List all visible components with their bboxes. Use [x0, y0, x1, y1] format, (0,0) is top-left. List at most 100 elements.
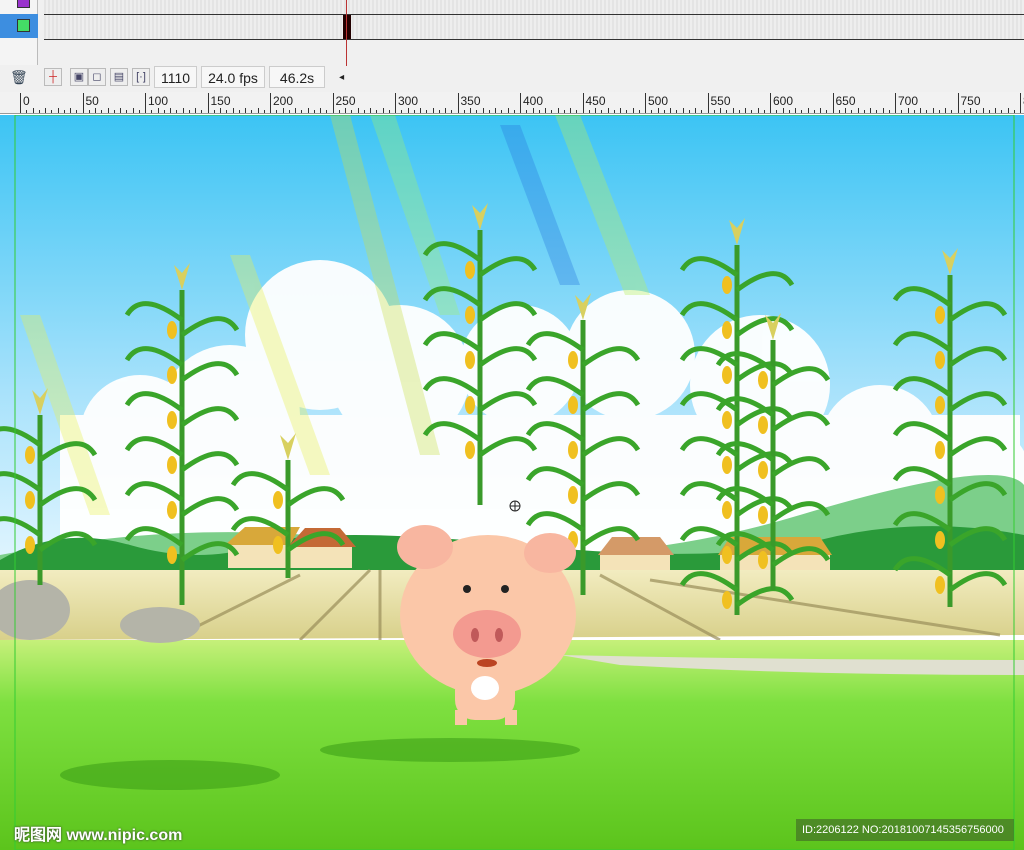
ruler-tick [982, 108, 984, 113]
ruler-tick [701, 110, 703, 113]
ruler-tick [776, 110, 778, 113]
layer-color-swatch [17, 19, 30, 32]
ruler-tick [332, 93, 334, 113]
ruler-tick [913, 110, 915, 113]
ruler-tick [888, 110, 890, 113]
keyframe[interactable] [343, 15, 351, 39]
ruler-tick [763, 110, 765, 113]
ruler-label: 750 [960, 94, 981, 108]
ruler-tick [188, 110, 190, 113]
ruler-tick [551, 110, 553, 113]
ruler-tick [838, 110, 840, 113]
delete-layer-icon[interactable]: 🗑 [10, 69, 28, 86]
ruler-label: 300 [398, 94, 419, 108]
layer-color-swatch [17, 0, 30, 8]
ruler-tick [770, 93, 771, 113]
onion-skin-icon[interactable]: ▣ [70, 68, 88, 86]
ruler-tick [120, 108, 121, 113]
ruler-tick [807, 108, 809, 113]
ruler-tick [582, 93, 584, 113]
shadow [60, 760, 280, 790]
ruler-tick [626, 110, 628, 113]
ruler-tick [301, 110, 303, 113]
ruler-tick [726, 110, 728, 113]
ruler-tick [51, 110, 53, 113]
ruler-tick [338, 110, 340, 113]
onion-skin-outlines-icon[interactable]: ◻ [88, 68, 106, 86]
ruler-tick [226, 110, 228, 113]
ruler-tick [826, 110, 828, 113]
frame-row[interactable] [44, 14, 1024, 39]
modify-onion-markers-icon[interactable]: [·] [132, 68, 150, 86]
registration-point-icon [509, 500, 521, 512]
ruler-tick [363, 110, 365, 113]
ruler-tick [926, 110, 928, 113]
ruler-tick [995, 108, 996, 113]
ruler-tick [213, 110, 215, 113]
ruler-tick [238, 110, 240, 113]
playhead[interactable] [346, 0, 347, 66]
ruler-label: 150 [210, 94, 231, 108]
ruler-tick [282, 108, 284, 113]
ruler-tick [407, 108, 409, 113]
ruler-tick [76, 110, 78, 113]
ruler-tick [495, 108, 496, 113]
ruler-tick [26, 110, 28, 113]
ruler-tick [713, 110, 715, 113]
ruler-tick [688, 110, 690, 113]
shadow [320, 738, 580, 762]
ruler-tick [257, 108, 259, 113]
ruler-tick [870, 108, 871, 113]
ruler-tick [1001, 110, 1003, 113]
ruler-tick [45, 108, 46, 113]
ruler-tick [738, 110, 740, 113]
elapsed-time-field: 46.2s [268, 66, 326, 88]
ruler-tick [732, 108, 734, 113]
frame-rate-field[interactable]: 24.0 fps [201, 66, 265, 88]
ruler-tick [663, 110, 665, 113]
ruler-tick [632, 108, 634, 113]
stage-canvas[interactable] [0, 115, 1024, 850]
ruler-tick [1007, 108, 1009, 113]
center-frame-icon[interactable]: ┼ [44, 68, 62, 86]
scroll-left-icon[interactable]: ◂ [339, 72, 344, 83]
ruler-tick [795, 108, 796, 113]
ruler-tick [863, 110, 865, 113]
ruler-tick [482, 108, 484, 113]
ruler-tick [220, 108, 221, 113]
ruler-tick [645, 93, 646, 113]
ruler-tick [457, 93, 459, 113]
ruler-tick [595, 108, 596, 113]
ruler-tick [601, 110, 603, 113]
ruler-tick [788, 110, 790, 113]
edit-multiple-frames-icon[interactable]: ▤ [110, 68, 128, 86]
ruler-tick [970, 108, 971, 113]
ruler-tick [307, 108, 309, 113]
ruler-label: 400 [523, 94, 544, 108]
ruler-tick [438, 110, 440, 113]
ruler-tick [270, 93, 271, 113]
ruler-tick [388, 110, 390, 113]
ruler-tick [695, 108, 696, 113]
ruler-tick [676, 110, 678, 113]
ruler-tick [426, 110, 428, 113]
layer-row-selected[interactable] [0, 14, 38, 38]
ruler-tick [951, 110, 953, 113]
ruler-tick [526, 110, 528, 113]
timeline-panel: 🗑 ┼ ▣ ◻ ▤ [·] 1110 24.0 fps 46.2s ◂ [0, 0, 1024, 92]
ruler-tick [82, 93, 84, 113]
ruler-label: 500 [648, 94, 669, 108]
ruler-tick [126, 110, 128, 113]
ruler-tick [20, 93, 21, 113]
ruler-tick [876, 110, 878, 113]
ruler-tick [901, 110, 903, 113]
ruler-tick [470, 108, 471, 113]
ruler-tick [976, 110, 978, 113]
ruler-tick [88, 110, 90, 113]
ruler-tick [857, 108, 859, 113]
ruler-tick [232, 108, 234, 113]
ruler-tick [545, 108, 546, 113]
ruler-label: 100 [148, 94, 169, 108]
ruler-tick [720, 108, 721, 113]
ruler-tick [370, 108, 371, 113]
